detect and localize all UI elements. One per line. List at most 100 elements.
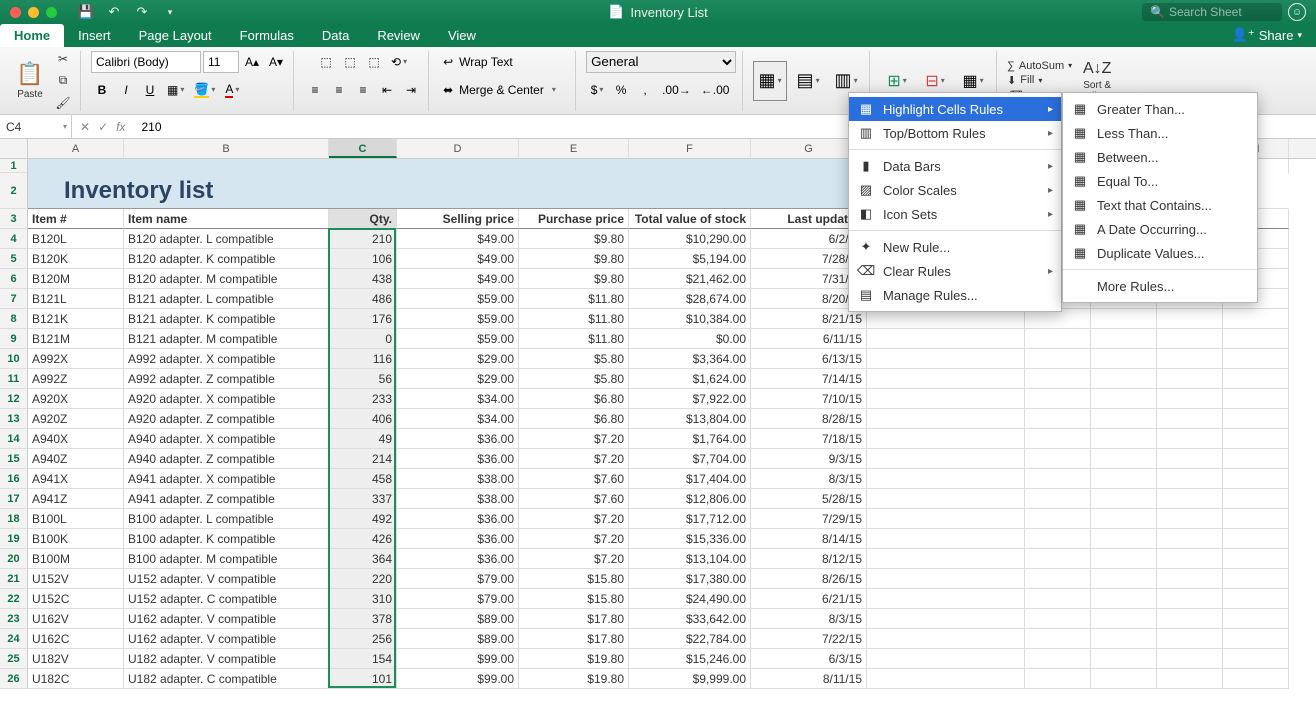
cell[interactable]: $6.80 (519, 389, 629, 409)
cell[interactable] (1025, 369, 1091, 389)
cell[interactable] (1157, 389, 1223, 409)
cell[interactable] (1025, 309, 1091, 329)
cell[interactable] (1157, 489, 1223, 509)
cell[interactable]: $5.80 (519, 369, 629, 389)
column-header-D[interactable]: D (397, 139, 519, 158)
cell[interactable]: $11.80 (519, 329, 629, 349)
cell[interactable]: 210 (329, 229, 397, 249)
cell[interactable] (1223, 469, 1289, 489)
cell[interactable] (867, 409, 1025, 429)
cell[interactable]: $29.00 (397, 369, 519, 389)
column-header-C[interactable]: C (329, 139, 397, 158)
cell[interactable]: $59.00 (397, 289, 519, 309)
row-header[interactable]: 7 (0, 289, 28, 309)
cell[interactable] (1223, 589, 1289, 609)
cell[interactable]: $11.80 (519, 309, 629, 329)
cell[interactable]: 256 (329, 629, 397, 649)
cell[interactable]: 8/11/15 (751, 669, 867, 689)
cell[interactable] (1091, 509, 1157, 529)
cell[interactable]: U152C (28, 589, 124, 609)
cell[interactable] (1223, 309, 1289, 329)
minimize-window-button[interactable] (28, 7, 39, 18)
cell[interactable]: $99.00 (397, 649, 519, 669)
cell[interactable] (1223, 669, 1289, 689)
cancel-formula-icon[interactable]: ✕ (80, 120, 90, 134)
menu-top-bottom-rules[interactable]: ▥ Top/Bottom Rules (849, 121, 1061, 145)
autosum-button[interactable]: ∑AutoSum▾ (1007, 60, 1072, 72)
menu-highlight-cells-rules[interactable]: ▦ Highlight Cells Rules (849, 97, 1061, 121)
cell[interactable]: B120 adapter. L compatible (124, 229, 329, 249)
cell[interactable] (867, 489, 1025, 509)
cell[interactable]: 220 (329, 569, 397, 589)
cell[interactable]: U182C (28, 669, 124, 689)
menu-text-contains[interactable]: ▦Text that Contains... (1063, 193, 1257, 217)
orientation-button[interactable]: ⟲ (387, 51, 411, 73)
menu-color-scales[interactable]: ▨ Color Scales (849, 178, 1061, 202)
row-header[interactable]: 1 (0, 159, 28, 173)
cell[interactable]: $6.80 (519, 409, 629, 429)
cell[interactable] (1157, 649, 1223, 669)
column-header-A[interactable]: A (28, 139, 124, 158)
menu-icon-sets[interactable]: ◧ Icon Sets (849, 202, 1061, 226)
cell[interactable]: 8/14/15 (751, 529, 867, 549)
cell[interactable]: Item # (28, 209, 124, 229)
cell[interactable] (1091, 429, 1157, 449)
cell[interactable]: A941Z (28, 489, 124, 509)
cell[interactable] (1091, 489, 1157, 509)
cell[interactable] (867, 649, 1025, 669)
cell[interactable]: $15,336.00 (629, 529, 751, 549)
cell[interactable] (1157, 449, 1223, 469)
cell[interactable] (28, 159, 124, 173)
number-format-select[interactable]: General (586, 51, 736, 73)
cell[interactable]: 7/29/15 (751, 509, 867, 529)
menu-equal-to[interactable]: ▦Equal To... (1063, 169, 1257, 193)
search-sheet-input[interactable]: 🔍 Search Sheet (1142, 3, 1282, 21)
cell[interactable]: 438 (329, 269, 397, 289)
cell[interactable]: B100 adapter. M compatible (124, 549, 329, 569)
cell[interactable] (1091, 589, 1157, 609)
cell[interactable]: A940 adapter. Z compatible (124, 449, 329, 469)
cell[interactable] (1157, 609, 1223, 629)
cell[interactable] (397, 159, 519, 173)
cell[interactable]: $38.00 (397, 469, 519, 489)
cell[interactable] (629, 159, 751, 173)
italic-button[interactable]: I (115, 79, 137, 101)
cell[interactable]: $5,194.00 (629, 249, 751, 269)
cell[interactable] (1091, 349, 1157, 369)
cell[interactable]: $7.60 (519, 469, 629, 489)
cell[interactable]: $34.00 (397, 389, 519, 409)
row-header[interactable]: 23 (0, 609, 28, 629)
cell[interactable]: B100 adapter. L compatible (124, 509, 329, 529)
cut-button[interactable]: ✂ (52, 50, 74, 68)
cell[interactable]: $79.00 (397, 569, 519, 589)
cell[interactable]: $17.80 (519, 629, 629, 649)
cell[interactable] (1091, 629, 1157, 649)
cell[interactable]: U152 adapter. V compatible (124, 569, 329, 589)
align-right-button[interactable]: ≡ (352, 79, 374, 101)
increase-font-button[interactable]: A▴ (241, 51, 263, 73)
merge-center-button[interactable]: ⬌ Merge & Center (439, 79, 569, 101)
cell[interactable]: A940X (28, 429, 124, 449)
cell[interactable]: 310 (329, 589, 397, 609)
cell[interactable]: 6/11/15 (751, 329, 867, 349)
cell[interactable]: $59.00 (397, 329, 519, 349)
cell[interactable] (1157, 309, 1223, 329)
row-header[interactable]: 20 (0, 549, 28, 569)
cell[interactable] (1223, 349, 1289, 369)
row-header[interactable]: 3 (0, 209, 28, 229)
cell[interactable] (1223, 649, 1289, 669)
menu-date-occurring[interactable]: ▦A Date Occurring... (1063, 217, 1257, 241)
user-account-icon[interactable]: ☺ (1288, 3, 1306, 21)
cell[interactable]: $22,784.00 (629, 629, 751, 649)
cell[interactable]: 116 (329, 349, 397, 369)
row-header[interactable]: 17 (0, 489, 28, 509)
cell[interactable]: $7.20 (519, 529, 629, 549)
menu-clear-rules[interactable]: ⌫ Clear Rules (849, 259, 1061, 283)
decrease-indent-button[interactable]: ⇤ (376, 79, 398, 101)
share-button[interactable]: 👤⁺ Share ▾ (1218, 23, 1316, 47)
menu-between[interactable]: ▦Between... (1063, 145, 1257, 169)
confirm-formula-icon[interactable]: ✓ (98, 120, 108, 134)
cell[interactable]: B121 adapter. K compatible (124, 309, 329, 329)
cell[interactable] (124, 159, 329, 173)
cell[interactable] (1025, 609, 1091, 629)
